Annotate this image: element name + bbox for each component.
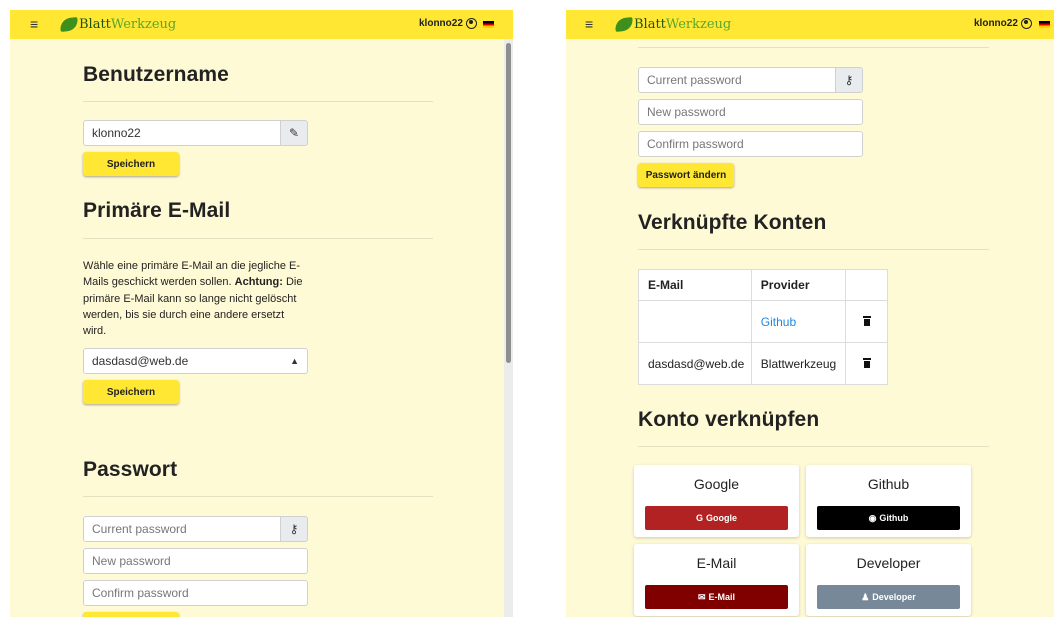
divider	[83, 101, 433, 102]
select-arrows-icon: ▲︎	[290, 356, 299, 366]
delete-cell	[844, 300, 889, 343]
column-header-email: E-Mail	[638, 269, 752, 301]
delete-cell	[844, 342, 889, 385]
current-password-input[interactable]: Current password	[638, 67, 836, 93]
hamburger-icon[interactable]: ≡	[30, 17, 38, 31]
username-label: klonno22	[974, 18, 1018, 29]
provider-card-title: Developer	[856, 555, 921, 571]
provider-link-github[interactable]: Github	[750, 300, 846, 343]
divider	[638, 249, 989, 250]
github-icon: ◉	[868, 512, 877, 523]
key-icon[interactable]: ⚷	[835, 67, 863, 93]
provider-cell: Blattwerkzeug	[750, 342, 846, 385]
save-email-button[interactable]: Speichern	[83, 380, 179, 404]
account-email-cell	[638, 300, 752, 343]
hamburger-icon[interactable]: ≡	[585, 17, 593, 31]
trash-icon[interactable]	[862, 315, 871, 326]
column-header-actions	[844, 269, 889, 301]
scrollbar[interactable]	[504, 39, 513, 617]
provider-card-email: E-Mail ✉ E-Mail	[634, 544, 799, 616]
top-navbar: ≡ Blatt Werkzeug klonno22	[10, 10, 513, 39]
table-row: dasdasd@web.de Blattwerkzeug	[638, 342, 889, 385]
leaf-logo-icon	[59, 16, 79, 32]
provider-card-title: Google	[693, 476, 740, 492]
new-password-input[interactable]: New password	[83, 548, 308, 574]
provider-card-github: Github ◉ Github	[806, 465, 971, 537]
button-label: Developer	[872, 592, 916, 602]
primary-email-select[interactable]: dasdasd@web.de ▲︎	[83, 348, 308, 374]
provider-card-title: Github	[867, 476, 910, 492]
warning-label: Achtung:	[234, 276, 283, 289]
divider	[638, 47, 989, 48]
app-logo[interactable]: Blatt Werkzeug	[59, 15, 177, 33]
change-password-button[interactable]	[83, 612, 179, 617]
key-icon[interactable]: ⚷	[280, 516, 308, 542]
right-viewport: ≡ Blatt Werkzeug klonno22 Current passwor…	[566, 10, 1054, 617]
link-developer-button[interactable]: ♟ Developer	[817, 585, 960, 609]
user-menu[interactable]: klonno22	[974, 18, 1032, 29]
pencil-icon[interactable]: ✎	[280, 120, 308, 146]
save-username-button[interactable]: Speichern	[83, 152, 179, 176]
column-header-provider: Provider	[750, 269, 846, 301]
link-github-button[interactable]: ◉ Github	[817, 506, 960, 530]
provider-card-title: E-Mail	[696, 555, 737, 571]
google-icon: G	[695, 513, 703, 523]
table-header-row: E-Mail Provider	[638, 269, 889, 301]
divider	[83, 238, 433, 239]
username-label: klonno22	[419, 18, 463, 29]
provider-card-google: Google G Google	[634, 465, 799, 537]
confirm-password-input[interactable]: Confirm password	[638, 131, 863, 157]
user-circle-icon	[465, 18, 477, 29]
primary-email-description: Wähle eine primäre E-Mail an die jeglich…	[83, 258, 303, 339]
logo-text-blatt: Blatt	[634, 16, 666, 32]
left-viewport: ≡ Blatt Werkzeug klonno22 Benutzername kl…	[10, 10, 513, 617]
button-label: Google	[706, 513, 737, 523]
confirm-password-input[interactable]: Confirm password	[83, 580, 308, 606]
user-circle-icon	[1020, 18, 1032, 29]
link-email-button[interactable]: ✉ E-Mail	[645, 585, 788, 609]
link-account-heading: Konto verknüpfen	[638, 408, 820, 431]
german-flag-icon[interactable]	[1039, 21, 1050, 28]
table-row: Github	[638, 300, 889, 343]
new-password-input[interactable]: New password	[638, 99, 863, 125]
primary-email-heading: Primäre E-Mail	[83, 199, 231, 222]
password-heading: Passwort	[83, 458, 178, 481]
user-menu[interactable]: klonno22	[419, 18, 477, 29]
envelope-icon: ✉	[697, 591, 706, 602]
account-email-cell: dasdasd@web.de	[638, 342, 752, 385]
username-input[interactable]: klonno22	[83, 120, 281, 146]
german-flag-icon[interactable]	[483, 21, 494, 28]
scrollbar-thumb[interactable]	[506, 43, 511, 363]
linked-accounts-table: E-Mail Provider Github dasdasd@web.de Bl…	[638, 269, 889, 385]
logo-text-werkzeug: Werkzeug	[110, 16, 177, 32]
app-logo[interactable]: Blatt Werkzeug	[614, 15, 732, 33]
leaf-logo-icon	[614, 16, 634, 32]
trash-icon[interactable]	[862, 357, 871, 368]
linked-accounts-heading: Verknüpfte Konten	[638, 211, 827, 234]
provider-card-developer: Developer ♟ Developer	[806, 544, 971, 616]
divider	[83, 496, 433, 497]
change-password-button[interactable]: Passwort ändern	[638, 163, 734, 187]
logo-text-blatt: Blatt	[79, 16, 111, 32]
logo-text-werkzeug: Werkzeug	[665, 16, 732, 32]
selected-email: dasdasd@web.de	[92, 354, 189, 368]
top-navbar: ≡ Blatt Werkzeug klonno22	[566, 10, 1054, 39]
divider	[638, 446, 989, 447]
button-label: E-Mail	[708, 592, 736, 602]
username-heading: Benutzername	[83, 63, 229, 86]
link-google-button[interactable]: G Google	[645, 506, 788, 530]
button-label: Github	[879, 513, 909, 523]
user-icon: ♟	[861, 591, 870, 602]
current-password-input[interactable]: Current password	[83, 516, 281, 542]
